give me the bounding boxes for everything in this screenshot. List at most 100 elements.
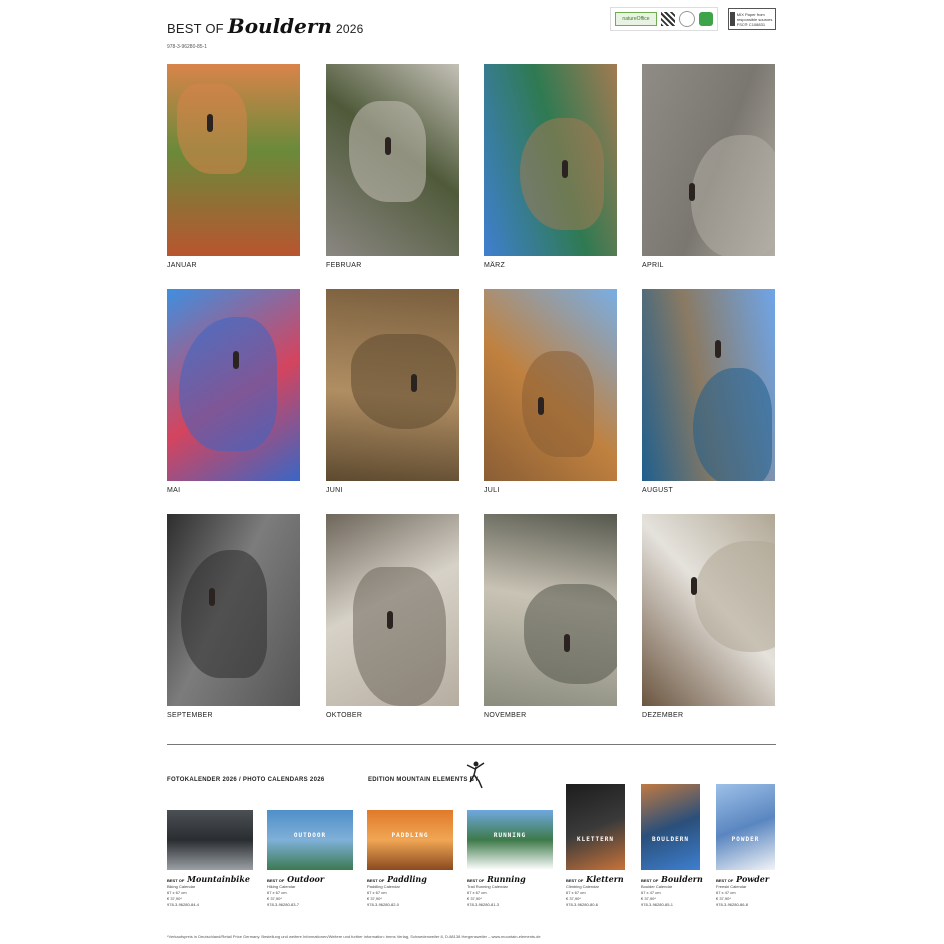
month-label: JUNI <box>326 487 343 494</box>
product-name: BEST OF Powder <box>716 874 802 884</box>
product-title: Outdoor <box>287 874 325 884</box>
month-photo <box>484 64 617 256</box>
month-label: SEPTEMBER <box>167 712 213 719</box>
cover-title: BOULDERN <box>652 836 689 843</box>
month-cell: FEBRUAR <box>326 64 459 269</box>
month-cell: NOVEMBER <box>484 514 617 719</box>
section-divider <box>167 744 776 745</box>
product-cover: OUTDOOR <box>267 810 353 870</box>
climber-figure <box>207 114 213 132</box>
product-card[interactable]: PADDLING BEST OF Paddling Paddling Calenda… <box>367 810 453 908</box>
climber-figure <box>689 183 695 201</box>
photo-calendars-heading: FOTOKALENDER 2026 / PHOTO CALENDARS 2026 <box>167 777 325 783</box>
product-isbn: 978-3-96280-80-6 <box>566 902 599 907</box>
product-cover: KLETTERN <box>566 784 625 870</box>
month-cell: MÄRZ <box>484 64 617 269</box>
month-photo <box>167 64 300 256</box>
product-title: Powder <box>736 874 770 884</box>
product-isbn: 978-3-96280-86-8 <box>716 902 749 907</box>
rock-shape <box>524 584 617 684</box>
climber-figure <box>233 351 239 369</box>
cover-title: KLETTERN <box>577 836 614 843</box>
month-label: OKTOBER <box>326 712 363 719</box>
product-best-of: BEST OF <box>641 878 659 883</box>
product-card[interactable]: POWDER BEST OF Powder Freeski Calendar 67 x… <box>716 784 802 908</box>
climber-figure <box>691 577 697 595</box>
cover-title: RUNNING <box>493 832 527 839</box>
product-card[interactable]: RUNNING BEST OF Running Trail Running Cale… <box>467 810 553 908</box>
month-cell: APRIL <box>642 64 775 269</box>
product-name: BEST OF Outdoor <box>267 874 353 884</box>
month-label: JULI <box>484 487 500 494</box>
product-best-of: BEST OF <box>716 878 734 883</box>
rock-shape <box>179 317 277 451</box>
product-cover <box>167 810 253 870</box>
product-card[interactable]: OUTDOOR BEST OF Outdoor Hiking Calendar 67 … <box>267 810 353 908</box>
month-cell: JANUAR <box>167 64 300 269</box>
month-photo <box>642 64 775 256</box>
footer-note: *Verkaufspreis in Deutschland/Retail Pri… <box>167 934 541 939</box>
product-isbn: 978-3-96280-81-3 <box>467 902 500 907</box>
product-title: Klettern <box>586 874 624 884</box>
climber-figure <box>538 397 544 415</box>
month-cell: OKTOBER <box>326 514 459 719</box>
climber-figure <box>715 340 721 358</box>
month-cell: DEZEMBER <box>642 514 775 719</box>
climber-figure <box>564 634 570 652</box>
product-cover: POWDER <box>716 784 775 870</box>
cover-title: PADDLING <box>391 832 429 839</box>
climber-figure <box>387 611 393 629</box>
product-name: BEST OF Bouldern <box>641 874 727 884</box>
climber-figure <box>411 374 417 392</box>
product-title: Running <box>487 874 526 884</box>
month-photo <box>326 514 459 706</box>
rock-shape <box>522 351 594 457</box>
month-label: JANUAR <box>167 262 197 269</box>
title-best-of: BEST OF <box>167 21 224 36</box>
month-label: AUGUST <box>642 487 673 494</box>
cover-title: POWDER <box>731 836 760 843</box>
rock-shape <box>693 368 772 481</box>
product-best-of: BEST OF <box>167 878 185 883</box>
product-best-of: BEST OF <box>566 878 584 883</box>
rock-shape <box>691 135 775 256</box>
product-name: BEST OF Running <box>467 874 553 884</box>
product-title: Mountainbike <box>187 874 250 884</box>
month-photo <box>642 289 775 481</box>
climber-figure <box>562 160 568 178</box>
month-photo <box>326 289 459 481</box>
month-photo <box>326 64 459 256</box>
product-isbn: 978-3-96280-82-0 <box>367 902 400 907</box>
product-card[interactable]: BOULDERN BEST OF Bouldern Boulder Calendar… <box>641 784 727 908</box>
fsc-tree-icon <box>730 12 735 26</box>
month-cell: SEPTEMBER <box>167 514 300 719</box>
rock-shape <box>351 334 456 429</box>
month-cell: JUNI <box>326 289 459 494</box>
product-isbn: 978-3-96280-83-7 <box>267 902 300 907</box>
rock-shape <box>181 550 267 678</box>
product-title: Paddling <box>387 874 427 884</box>
month-photo <box>484 289 617 481</box>
month-photo <box>167 514 300 706</box>
certification-logos: natureOffice MIX Paper from responsible … <box>610 7 776 31</box>
fsc-text: MIX Paper from responsible sources FSC® … <box>736 11 773 27</box>
qr-code-icon <box>661 12 675 26</box>
month-cell: MAI <box>167 289 300 494</box>
month-label: DEZEMBER <box>642 712 684 719</box>
month-cell: AUGUST <box>642 289 775 494</box>
product-name: BEST OF Mountainbike <box>167 874 253 884</box>
product-best-of: BEST OF <box>267 878 285 883</box>
month-label: FEBRUAR <box>326 262 362 269</box>
product-card[interactable]: KLETTERN BEST OF Klettern Climbing Calenda… <box>566 784 652 908</box>
natureoffice-logo: natureOffice <box>615 12 657 26</box>
calendar-title: BEST OF Bouldern 2026 <box>167 14 363 38</box>
product-card[interactable]: BEST OF Mountainbike Biking Calendar 67 x … <box>167 810 253 908</box>
climber-figure <box>385 137 391 155</box>
climate-logo-group: natureOffice <box>610 7 718 31</box>
check-badge-icon <box>699 12 713 26</box>
month-cell: JULI <box>484 289 617 494</box>
fsc-logo: MIX Paper from responsible sources FSC® … <box>728 8 776 30</box>
title-main: Bouldern <box>227 14 332 38</box>
product-isbn: 978-3-96280-85-1 <box>641 902 674 907</box>
month-photo <box>484 514 617 706</box>
